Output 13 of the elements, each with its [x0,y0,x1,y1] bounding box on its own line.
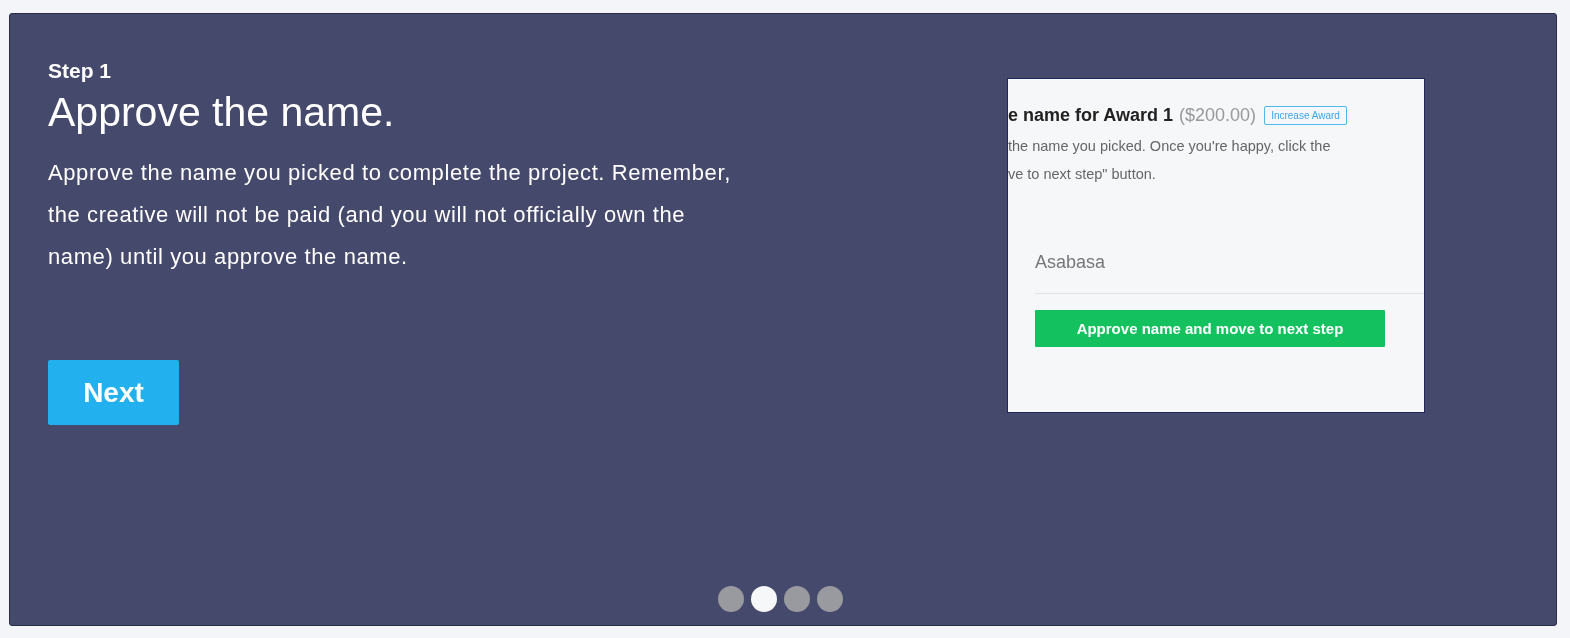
award-amount: ($200.00) [1179,105,1257,126]
preview-heading: e name for Award 1 [1008,105,1174,126]
preview-text: the name you picked. Once you're happy, click the [1008,138,1332,154]
carousel-dot[interactable] [817,586,843,612]
name-entry: Asabasa [1035,252,1106,273]
step-title: Approve the name. [48,89,396,136]
preview-text: ve to next step" button. [1008,166,1157,182]
step-label: Step 1 [48,59,113,83]
step-description: Approve the name you picked to complete the project. Remember, the creative will not be paid (and you will not officially own the name) until you approve the name. [48,159,732,271]
carousel-dot[interactable] [718,586,744,612]
next-button[interactable]: Next [48,360,179,425]
carousel-dot[interactable] [784,586,810,612]
carousel-dot[interactable] [751,586,777,612]
